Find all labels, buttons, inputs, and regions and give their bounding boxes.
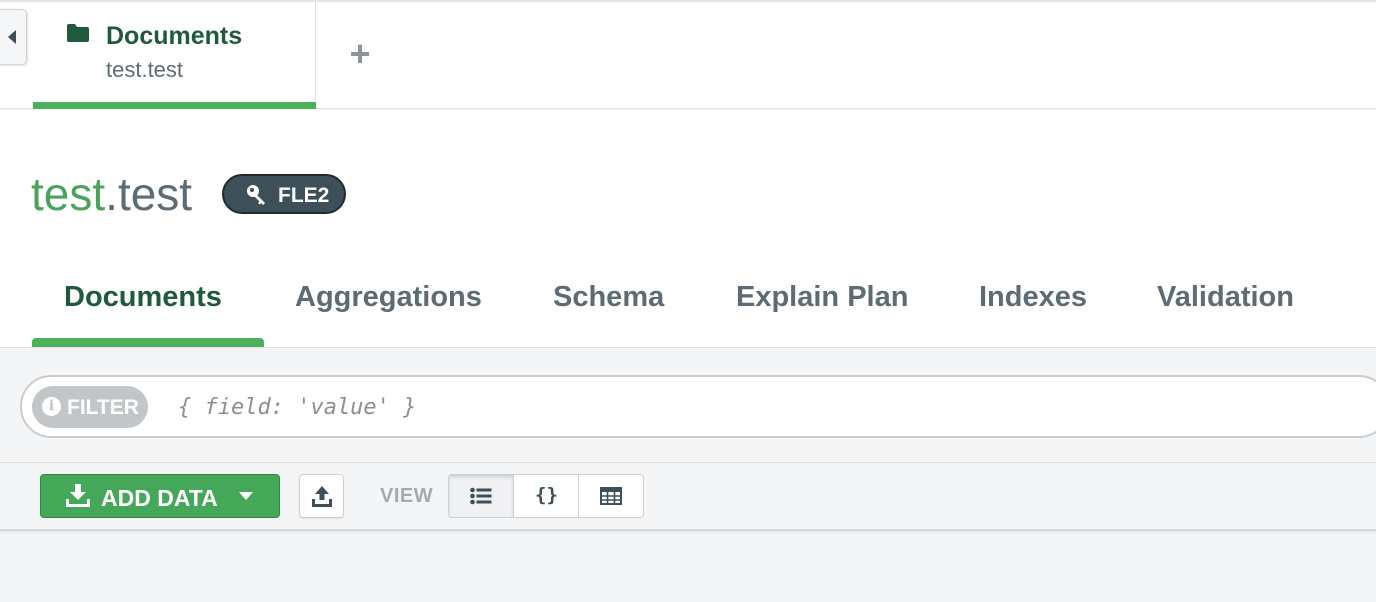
namespace-title: test.test xyxy=(31,168,192,220)
collection-sub-tabs: Documents Aggregations Schema Explain Pl… xyxy=(0,278,1376,348)
view-label: VIEW xyxy=(380,485,434,507)
tab-schema[interactable]: Schema xyxy=(553,281,664,314)
workspace-tab-documents[interactable]: Documents test.test xyxy=(33,2,316,109)
table-icon xyxy=(600,487,622,505)
add-tab-button[interactable]: + xyxy=(342,36,378,72)
filter-label-pill[interactable]: i FILTER xyxy=(32,386,148,428)
workspace-tab-namespace: test.test xyxy=(106,57,184,82)
tab-documents[interactable]: Documents xyxy=(64,281,222,314)
tab-explain-plan[interactable]: Explain Plan xyxy=(736,281,908,314)
braces-icon: {} xyxy=(535,484,558,506)
workspace-tab-bar: Documents test.test + xyxy=(0,0,1376,109)
fle2-badge: FLE2 xyxy=(222,174,346,214)
active-sub-tab-indicator xyxy=(32,338,264,347)
filter-input[interactable] xyxy=(178,391,1358,423)
caret-down-icon xyxy=(239,492,253,500)
folder-icon xyxy=(67,24,89,42)
caret-left-icon xyxy=(8,30,16,44)
tab-indexes[interactable]: Indexes xyxy=(979,281,1087,314)
query-bar: i FILTER xyxy=(0,347,1376,463)
sidebar-collapse-button[interactable] xyxy=(0,9,27,65)
active-tab-indicator xyxy=(33,102,316,109)
key-icon xyxy=(247,185,265,205)
filter-label: FILTER xyxy=(67,396,139,419)
filter-box: i FILTER xyxy=(20,375,1376,438)
namespace-separator: . xyxy=(105,168,118,220)
export-button[interactable] xyxy=(299,474,344,518)
documents-toolbar: ADD DATA VIEW {} xyxy=(0,464,1376,531)
download-icon xyxy=(66,484,90,507)
tab-validation[interactable]: Validation xyxy=(1157,281,1294,314)
badge-label: FLE2 xyxy=(278,184,330,207)
collection-header: test.test FLE2 Documents Aggregations Sc… xyxy=(0,110,1376,347)
collection-name: test xyxy=(117,168,193,220)
table-view-button[interactable] xyxy=(579,475,643,517)
tab-aggregations[interactable]: Aggregations xyxy=(295,281,482,314)
info-icon: i xyxy=(42,397,61,416)
upload-icon xyxy=(312,486,332,507)
list-view-button[interactable] xyxy=(449,475,514,517)
add-data-button[interactable]: ADD DATA xyxy=(40,474,280,518)
view-mode-toggle: {} xyxy=(448,474,644,518)
add-data-label: ADD DATA xyxy=(101,485,218,511)
workspace-tab-title: Documents xyxy=(106,22,243,50)
database-name: test xyxy=(31,168,106,220)
list-icon xyxy=(470,487,492,505)
json-view-button[interactable]: {} xyxy=(514,475,579,517)
